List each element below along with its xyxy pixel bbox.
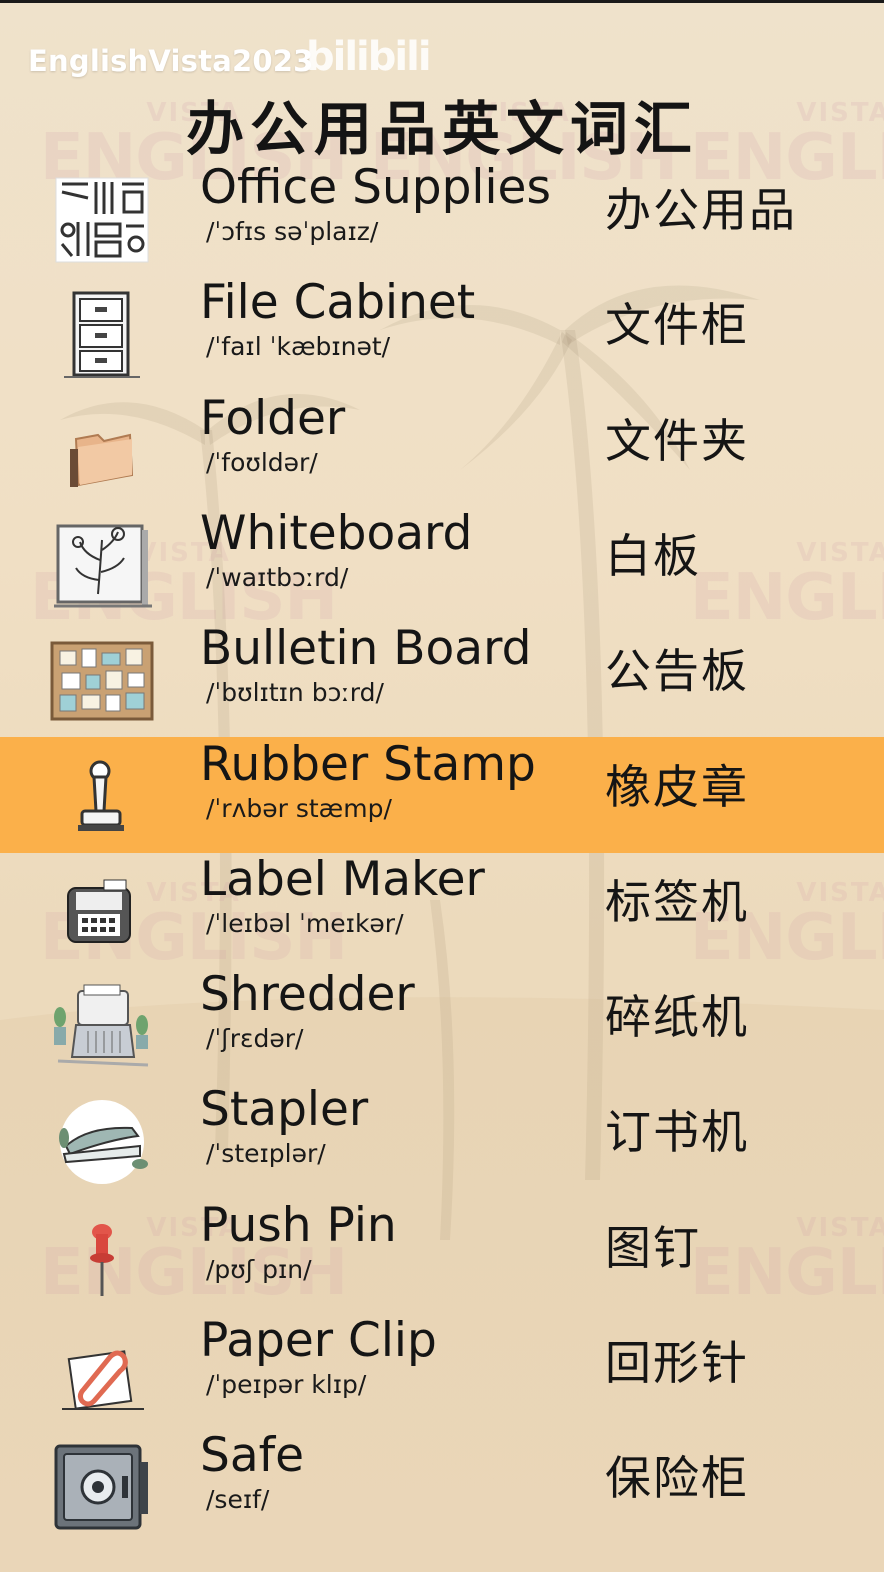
english-word: Paper Clip (200, 1313, 437, 1368)
vocab-row: Whiteboard/ˈwaɪtbɔːrd/白板 (0, 506, 884, 622)
english-word: Rubber Stamp (200, 737, 536, 792)
label-maker-icon (48, 866, 156, 958)
rubber-stamp-icon (48, 751, 156, 843)
stapler-icon (48, 1096, 156, 1188)
channel-name: EnglishVista2023 (28, 44, 314, 78)
phonetic-transcription: /ˈfoʊldər/ (206, 448, 318, 477)
phonetic-transcription: /ˈɔfɪs səˈplaɪz/ (206, 217, 379, 246)
shredder-icon (48, 981, 156, 1073)
vocab-row: Push Pin/pʊʃ pɪn/图钉 (0, 1198, 884, 1314)
chinese-translation: 回形针 (605, 1336, 749, 1390)
paper-clip-icon (48, 1327, 156, 1419)
file-cabinet-icon (48, 289, 156, 381)
vocab-row-highlighted: Rubber Stamp/ˈrʌbər stæmp/橡皮章 (0, 737, 884, 853)
vocab-row: Bulletin Board/ˈbʊlɪtɪn bɔːrd/公告板 (0, 621, 884, 737)
english-word: Shredder (200, 967, 415, 1022)
phonetic-transcription: /ˈwaɪtbɔːrd/ (206, 563, 349, 592)
english-word: Stapler (200, 1082, 369, 1137)
phonetic-transcription: /ˈleɪbəl ˈmeɪkər/ (206, 909, 404, 938)
chinese-translation: 文件夹 (605, 414, 749, 468)
chinese-translation: 订书机 (605, 1105, 749, 1159)
english-word: Office Supplies (200, 160, 551, 215)
phonetic-transcription: /ˈpeɪpər klɪp/ (206, 1370, 367, 1399)
chinese-translation: 白板 (605, 529, 701, 583)
phonetic-transcription: /seɪf/ (206, 1485, 270, 1514)
vocab-row: Paper Clip/ˈpeɪpər klɪp/回形针 (0, 1313, 884, 1429)
top-border (0, 0, 884, 3)
english-word: Bulletin Board (200, 621, 532, 676)
phonetic-transcription: /ˈrʌbər stæmp/ (206, 794, 392, 823)
vocab-row: Office Supplies/ˈɔfɪs səˈplaɪz/办公用品 (0, 160, 884, 276)
phonetic-transcription: /pʊʃ pɪn/ (206, 1255, 312, 1284)
office-supplies-icon (48, 174, 156, 266)
bulletin-board-icon (48, 635, 156, 727)
folder-icon (48, 405, 156, 497)
vocab-row: Stapler/ˈsteɪplər/订书机 (0, 1082, 884, 1198)
push-pin-icon (48, 1212, 156, 1304)
bilibili-logo: bilibili (306, 34, 432, 80)
vocab-row: Label Maker/ˈleɪbəl ˈmeɪkər/标签机 (0, 852, 884, 968)
chinese-translation: 文件柜 (605, 298, 749, 352)
vocab-row: Shredder/ˈʃrɛdər/碎纸机 (0, 967, 884, 1083)
chinese-translation: 图钉 (605, 1221, 701, 1275)
english-word: File Cabinet (200, 275, 476, 330)
english-word: Label Maker (200, 852, 485, 907)
phonetic-transcription: /ˈsteɪplər/ (206, 1139, 326, 1168)
whiteboard-icon (48, 520, 156, 612)
phonetic-transcription: /ˈʃrɛdər/ (206, 1024, 304, 1053)
chinese-translation: 办公用品 (605, 183, 797, 237)
chinese-translation: 标签机 (605, 875, 749, 929)
page-title: 办公用品英文词汇 (185, 95, 698, 163)
phonetic-transcription: /ˈfaɪl ˈkæbɪnət/ (206, 332, 391, 361)
vocab-row: Safe/seɪf/保险柜 (0, 1428, 884, 1544)
chinese-translation: 橡皮章 (605, 760, 749, 814)
english-word: Folder (200, 391, 346, 446)
chinese-translation: 公告板 (605, 644, 749, 698)
vocab-row: Folder/ˈfoʊldər/文件夹 (0, 391, 884, 507)
safe-icon (48, 1442, 156, 1534)
chinese-translation: 碎纸机 (605, 990, 749, 1044)
phonetic-transcription: /ˈbʊlɪtɪn bɔːrd/ (206, 678, 384, 707)
english-word: Safe (200, 1428, 305, 1483)
chinese-translation: 保险柜 (605, 1451, 749, 1505)
english-word: Push Pin (200, 1198, 397, 1253)
vocab-row: File Cabinet/ˈfaɪl ˈkæbɪnət/文件柜 (0, 275, 884, 391)
english-word: Whiteboard (200, 506, 473, 561)
